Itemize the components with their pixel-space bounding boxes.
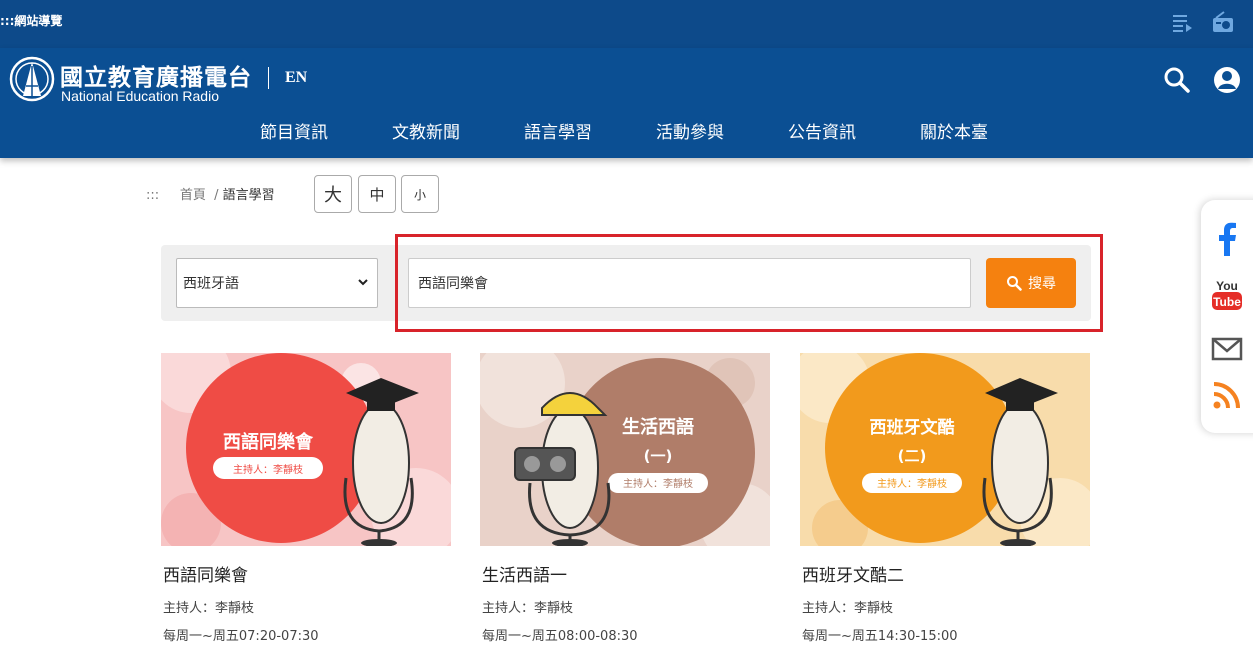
language-select-value: 西班牙語 <box>183 276 239 292</box>
facebook-icon[interactable] <box>1211 222 1243 256</box>
program-card[interactable]: 西班牙文酷 (二) 主持人：李靜枝 西班牙文酷二 主持人：李靜枝 每周一~周五1… <box>800 353 1090 644</box>
nav-language-learning[interactable]: 語言學習 <box>524 118 592 143</box>
program-title[interactable]: 生活西語一 <box>480 561 770 586</box>
font-size-large-button[interactable]: 大 <box>314 175 352 213</box>
thumbnail-subtitle: (二) <box>898 447 927 465</box>
program-host: 主持人：李靜枝 <box>482 601 574 616</box>
program-card[interactable]: 西語同樂會 主持人：李靜枝 西語同樂會 主持人：李靜枝 每周一~周五07:20-… <box>161 353 451 644</box>
top-utility-bar: :::網站導覽 <box>0 0 1253 48</box>
thumbnail-host: 主持人：李靜枝 <box>623 477 693 490</box>
thumbnail-host: 主持人：李靜枝 <box>877 477 947 490</box>
thumbnail-title: 生活西語 <box>622 416 694 438</box>
email-icon[interactable] <box>1211 332 1243 366</box>
program-thumbnail[interactable]: 生活西語 (一) 主持人：李靜枝 <box>480 353 770 546</box>
program-host: 主持人：李靜枝 <box>163 601 255 616</box>
thumbnail-subtitle: (一) <box>644 447 673 465</box>
nav-activities[interactable]: 活動參與 <box>656 118 724 143</box>
breadcrumb-home[interactable]: 首頁 <box>180 188 206 203</box>
logo-divider <box>268 67 269 89</box>
breadcrumb-accesskey[interactable]: ::: <box>146 188 159 203</box>
font-size-medium-button[interactable]: 中 <box>358 175 396 213</box>
nav-about[interactable]: 關於本臺 <box>920 118 988 143</box>
rss-icon[interactable] <box>1211 378 1243 412</box>
search-icon[interactable] <box>1163 66 1191 94</box>
social-share-bar: You Tube <box>1201 200 1253 433</box>
logo-chinese-name[interactable]: 國立教育廣播電台 <box>60 58 252 92</box>
logo-english-name[interactable]: National Education Radio <box>61 88 219 104</box>
youtube-icon[interactable]: You Tube <box>1211 278 1243 312</box>
main-nav: 節目資訊 文教新聞 語言學習 活動參與 公告資訊 關於本臺 <box>0 118 1253 148</box>
highlight-box <box>395 234 1103 332</box>
thumbnail-title: 西語同樂會 <box>223 431 314 453</box>
user-account-icon[interactable] <box>1213 66 1241 94</box>
sitemap-link[interactable]: :::網站導覽 <box>0 12 62 29</box>
program-time: 每周一~周五14:30-15:00 <box>802 629 958 644</box>
radio-icon[interactable] <box>1211 10 1235 34</box>
thumbnail-host: 主持人：李靜枝 <box>233 463 303 476</box>
language-select[interactable]: 西班牙語 <box>176 258 378 308</box>
program-host: 主持人：李靜枝 <box>802 601 894 616</box>
program-time: 每周一~周五07:20-07:30 <box>163 629 319 644</box>
font-size-small-button[interactable]: 小 <box>401 175 439 213</box>
playlist-icon[interactable] <box>1171 10 1195 34</box>
thumbnail-title: 西班牙文酷 <box>870 417 955 438</box>
svg-text:Tube: Tube <box>1213 295 1241 309</box>
nav-announcements[interactable]: 公告資訊 <box>788 118 856 143</box>
svg-text:You: You <box>1216 279 1238 293</box>
breadcrumb-current: 語言學習 <box>222 188 275 203</box>
program-thumbnail[interactable]: 西語同樂會 主持人：李靜枝 <box>161 353 451 546</box>
program-card[interactable]: 生活西語 (一) 主持人：李靜枝 生活西語一 主持人：李靜枝 每周一~周五08:… <box>480 353 770 644</box>
program-title[interactable]: 西語同樂會 <box>161 561 451 586</box>
ner-logo-icon[interactable] <box>9 56 55 102</box>
breadcrumb: ::: 首頁 / 語言學習 <box>146 184 275 203</box>
program-time: 每周一~周五08:00-08:30 <box>482 629 638 644</box>
site-header: 國立教育廣播電台 National Education Radio EN 節目資… <box>0 48 1253 158</box>
nav-program-info[interactable]: 節目資訊 <box>260 118 328 143</box>
english-version-link[interactable]: EN <box>285 69 307 87</box>
chevron-down-icon <box>358 279 368 286</box>
program-thumbnail[interactable]: 西班牙文酷 (二) 主持人：李靜枝 <box>800 353 1090 546</box>
program-title[interactable]: 西班牙文酷二 <box>800 561 1090 586</box>
breadcrumb-separator: / <box>214 188 219 203</box>
nav-education-news[interactable]: 文教新聞 <box>392 118 460 143</box>
